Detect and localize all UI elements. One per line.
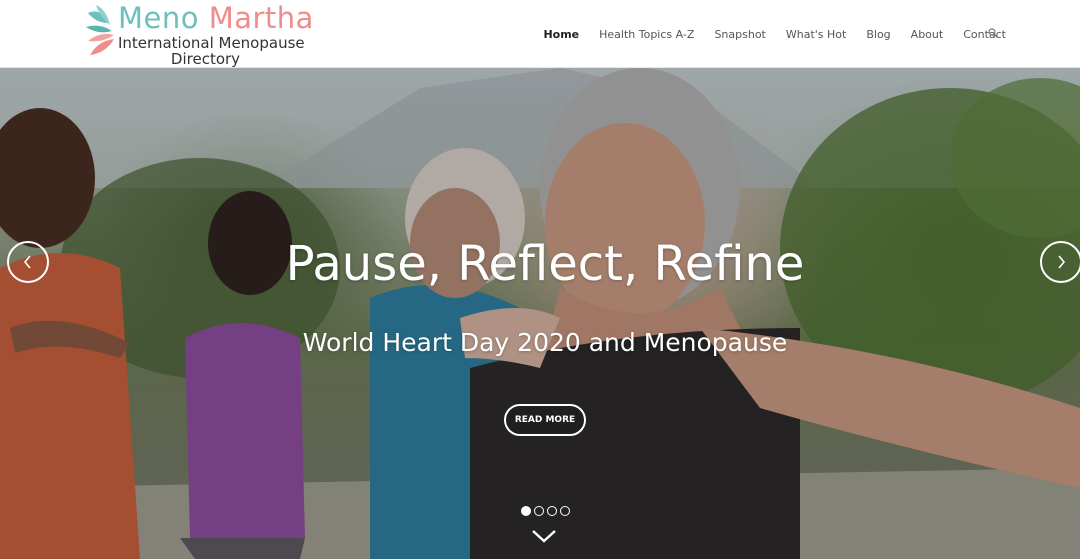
slider-dot-4[interactable] [560, 506, 570, 516]
nav-item-blog[interactable]: Blog [866, 28, 890, 41]
slider-next-button[interactable] [1040, 241, 1080, 283]
hero-title: Pause, Reflect, Refine [285, 236, 805, 292]
chevron-down-icon[interactable] [531, 528, 557, 544]
hero-slider: Pause, Reflect, Refine World Heart Day 2… [0, 68, 1080, 559]
nav-item-home[interactable]: Home [543, 28, 579, 41]
nav-item-contact[interactable]: Contact [963, 28, 1006, 41]
slider-dot-3[interactable] [547, 506, 557, 516]
chevron-left-icon [23, 255, 31, 269]
site-logo[interactable]: Meno Martha International Menopause Dire… [86, 1, 336, 68]
site-header: Meno Martha International Menopause Dire… [0, 0, 1080, 68]
logo-subtitle: International Menopause [118, 34, 305, 52]
slider-dot-2[interactable] [534, 506, 544, 516]
slider-dot-1[interactable] [521, 506, 531, 516]
search-icon[interactable] [988, 28, 998, 38]
slider-prev-button[interactable] [7, 241, 49, 283]
nav-item-whats-hot[interactable]: What's Hot [786, 28, 846, 41]
logo-subtitle-2: Directory [170, 50, 241, 68]
nav-item-snapshot[interactable]: Snapshot [714, 28, 765, 41]
hero-overlay [0, 68, 1080, 559]
read-more-button[interactable]: READ MORE [504, 404, 586, 436]
logo-meno-text: Meno [118, 1, 199, 35]
nav-item-about[interactable]: About [911, 28, 944, 41]
slider-dots [521, 506, 570, 516]
chevron-right-icon [1058, 255, 1066, 269]
logo-martha-text: Martha [208, 1, 314, 35]
hero-subtitle: World Heart Day 2020 and Menopause [302, 328, 788, 357]
lotus-logo-icon [86, 5, 114, 55]
nav-item-health-topics[interactable]: Health Topics A-Z [599, 28, 694, 41]
main-nav: Home Health Topics A-Z Snapshot What's H… [543, 0, 1006, 68]
